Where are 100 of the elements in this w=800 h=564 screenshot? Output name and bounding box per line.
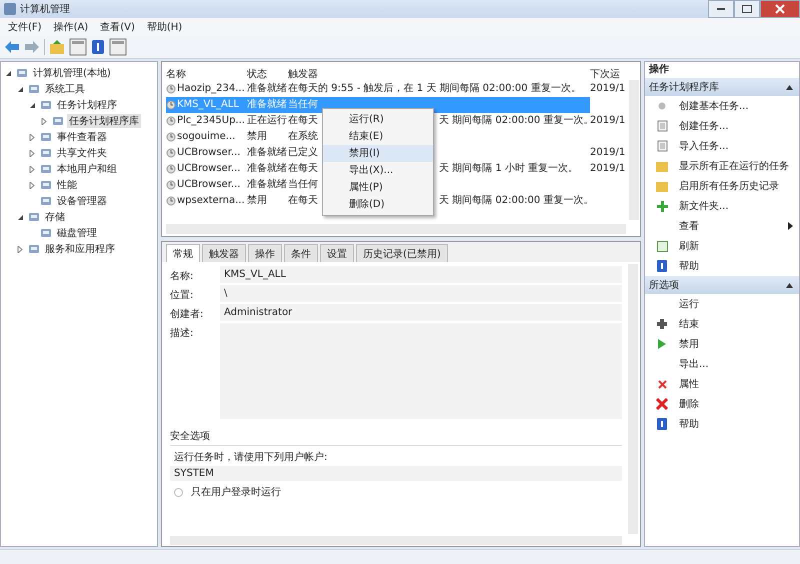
tab[interactable]: 设置: [320, 244, 354, 262]
task-name[interactable]: UCBrowser...: [177, 145, 240, 161]
action-item[interactable]: 创建任务...: [679, 119, 729, 133]
expand-arrow-icon[interactable]: [29, 102, 36, 108]
action-item[interactable]: 导入任务...: [679, 139, 729, 153]
table-cell-text: 准备就绪: [247, 146, 288, 160]
menu-item[interactable]: 删除(D): [323, 196, 433, 213]
field-label: 位置:: [170, 288, 194, 302]
expand-arrow-icon[interactable]: [5, 70, 12, 76]
group-title: 安全选项: [170, 427, 622, 446]
tree-item[interactable]: 共享文件夹: [55, 146, 109, 160]
action-item[interactable]: 结束: [679, 317, 699, 331]
tree-item[interactable]: 系统工具: [43, 82, 87, 96]
scroll-bar[interactable]: [170, 536, 622, 545]
text-field[interactable]: \: [220, 285, 622, 302]
scroll-bar[interactable]: [629, 80, 639, 220]
collapse-arrow-icon[interactable]: [786, 282, 793, 288]
forward-icon[interactable]: [24, 40, 40, 54]
clock-icon: [166, 132, 176, 142]
collapse-arrow-icon[interactable]: [786, 84, 793, 90]
expand-arrow-icon[interactable]: [17, 214, 24, 220]
folder-icon: [656, 180, 668, 192]
action-item[interactable]: 创建基本任务...: [679, 99, 749, 113]
tree-item[interactable]: 本地用户和组: [55, 162, 119, 176]
close-button[interactable]: [760, 0, 800, 18]
field-label: 创建者:: [170, 308, 204, 321]
tree-item[interactable]: 设备管理器: [55, 194, 109, 208]
menu-item[interactable]: 查看(V): [96, 20, 139, 34]
task-name[interactable]: UCBrowser...: [177, 177, 240, 193]
panel-icon[interactable]: [109, 38, 127, 56]
node-icon: [40, 179, 52, 191]
table-cell-text: 天 期间每隔 02:00:00 重复一次。: [439, 194, 590, 208]
tree-item[interactable]: 任务计划程序库: [67, 114, 141, 128]
menu-item[interactable]: 运行(R): [323, 111, 433, 128]
tree-item[interactable]: 计算机管理(本地): [31, 66, 113, 80]
node-icon: [40, 131, 52, 143]
action-item[interactable]: 帮助: [679, 417, 699, 431]
radio-label[interactable]: 只在用户登录时运行: [191, 485, 281, 499]
panel-icon[interactable]: [69, 38, 87, 56]
column-header[interactable]: 状态: [247, 66, 288, 80]
column-header[interactable]: 下次运: [590, 66, 626, 80]
menu-item[interactable]: 文件(F): [4, 20, 46, 34]
menu-item[interactable]: 禁用(I): [323, 145, 433, 162]
action-item[interactable]: 查看: [679, 219, 699, 233]
radio-button[interactable]: [174, 488, 183, 496]
table-cell-text: 2019/1: [590, 162, 626, 176]
tree-item[interactable]: 事件查看器: [55, 130, 109, 144]
tab[interactable]: 条件: [284, 244, 318, 262]
menu-item[interactable]: 结束(E): [323, 128, 433, 145]
tab[interactable]: 触发器: [202, 244, 246, 262]
action-item[interactable]: 属性: [679, 377, 699, 391]
back-icon[interactable]: [4, 40, 20, 54]
node-icon: [40, 99, 52, 111]
tree-item[interactable]: 性能: [55, 178, 79, 192]
tree-item[interactable]: 存储: [43, 210, 67, 224]
plus-icon: [656, 200, 668, 212]
action-item[interactable]: 新文件夹...: [679, 199, 729, 213]
task-name[interactable]: wpsexterna...: [177, 193, 245, 209]
table-cell-text: 在每天的 9:55 - 触发后，在 1 天 期间每隔 02:00:00 重复一次。: [288, 82, 581, 96]
text-field[interactable]: Administrator: [220, 304, 622, 321]
tab[interactable]: 操作: [248, 244, 282, 262]
menu-item[interactable]: 属性(P): [323, 179, 433, 196]
expand-arrow-icon[interactable]: [17, 86, 24, 92]
tree-item[interactable]: 服务和应用程序: [43, 242, 117, 256]
column-header[interactable]: 触发器: [288, 66, 590, 80]
section-header[interactable]: 任务计划程序库: [645, 78, 799, 96]
action-item[interactable]: 帮助: [679, 259, 699, 273]
action-item[interactable]: 显示所有正在运行的任务: [679, 159, 789, 173]
minimize-button[interactable]: [708, 0, 734, 18]
action-item[interactable]: 导出...: [679, 357, 709, 371]
document-icon: [656, 140, 668, 152]
menu-item[interactable]: 帮助(H): [142, 20, 186, 34]
task-name[interactable]: Haozip_234...: [177, 81, 245, 97]
tab[interactable]: 历史记录(已禁用): [356, 244, 448, 262]
cross-icon: [658, 380, 666, 388]
section-header[interactable]: 所选项: [645, 276, 799, 294]
tree-item[interactable]: 磁盘管理: [55, 226, 99, 240]
folder-up-icon[interactable]: [49, 39, 65, 55]
table-cell-text: 准备就绪: [247, 82, 288, 96]
table-cell-text: 禁用: [247, 130, 268, 144]
action-item[interactable]: 禁用: [679, 337, 699, 351]
node-icon: [40, 227, 52, 239]
table-cell-text: 2019/1: [590, 114, 626, 128]
help-icon[interactable]: [91, 39, 105, 55]
task-name[interactable]: UCBrowser...: [177, 161, 240, 177]
task-name[interactable]: sogouime...: [177, 129, 236, 145]
action-item[interactable]: 启用所有任务历史记录: [679, 179, 779, 193]
column-header[interactable]: 名称: [166, 66, 247, 80]
action-item[interactable]: 刷新: [679, 239, 699, 253]
table-cell-text: 正在运行: [247, 114, 288, 128]
task-name[interactable]: Plc_2345Up...: [177, 113, 245, 129]
maximize-button[interactable]: [734, 0, 760, 18]
tab[interactable]: 常规: [166, 244, 200, 262]
menu-item[interactable]: 操作(A): [50, 20, 92, 34]
field-label: 描述:: [170, 326, 194, 340]
menu-item[interactable]: 导出(X)...: [323, 162, 433, 179]
tree-item[interactable]: 任务计划程序: [55, 98, 119, 112]
text-field[interactable]: KMS_VL_ALL: [220, 266, 622, 283]
action-item[interactable]: 运行: [679, 297, 699, 311]
action-item[interactable]: 删除: [679, 397, 699, 411]
